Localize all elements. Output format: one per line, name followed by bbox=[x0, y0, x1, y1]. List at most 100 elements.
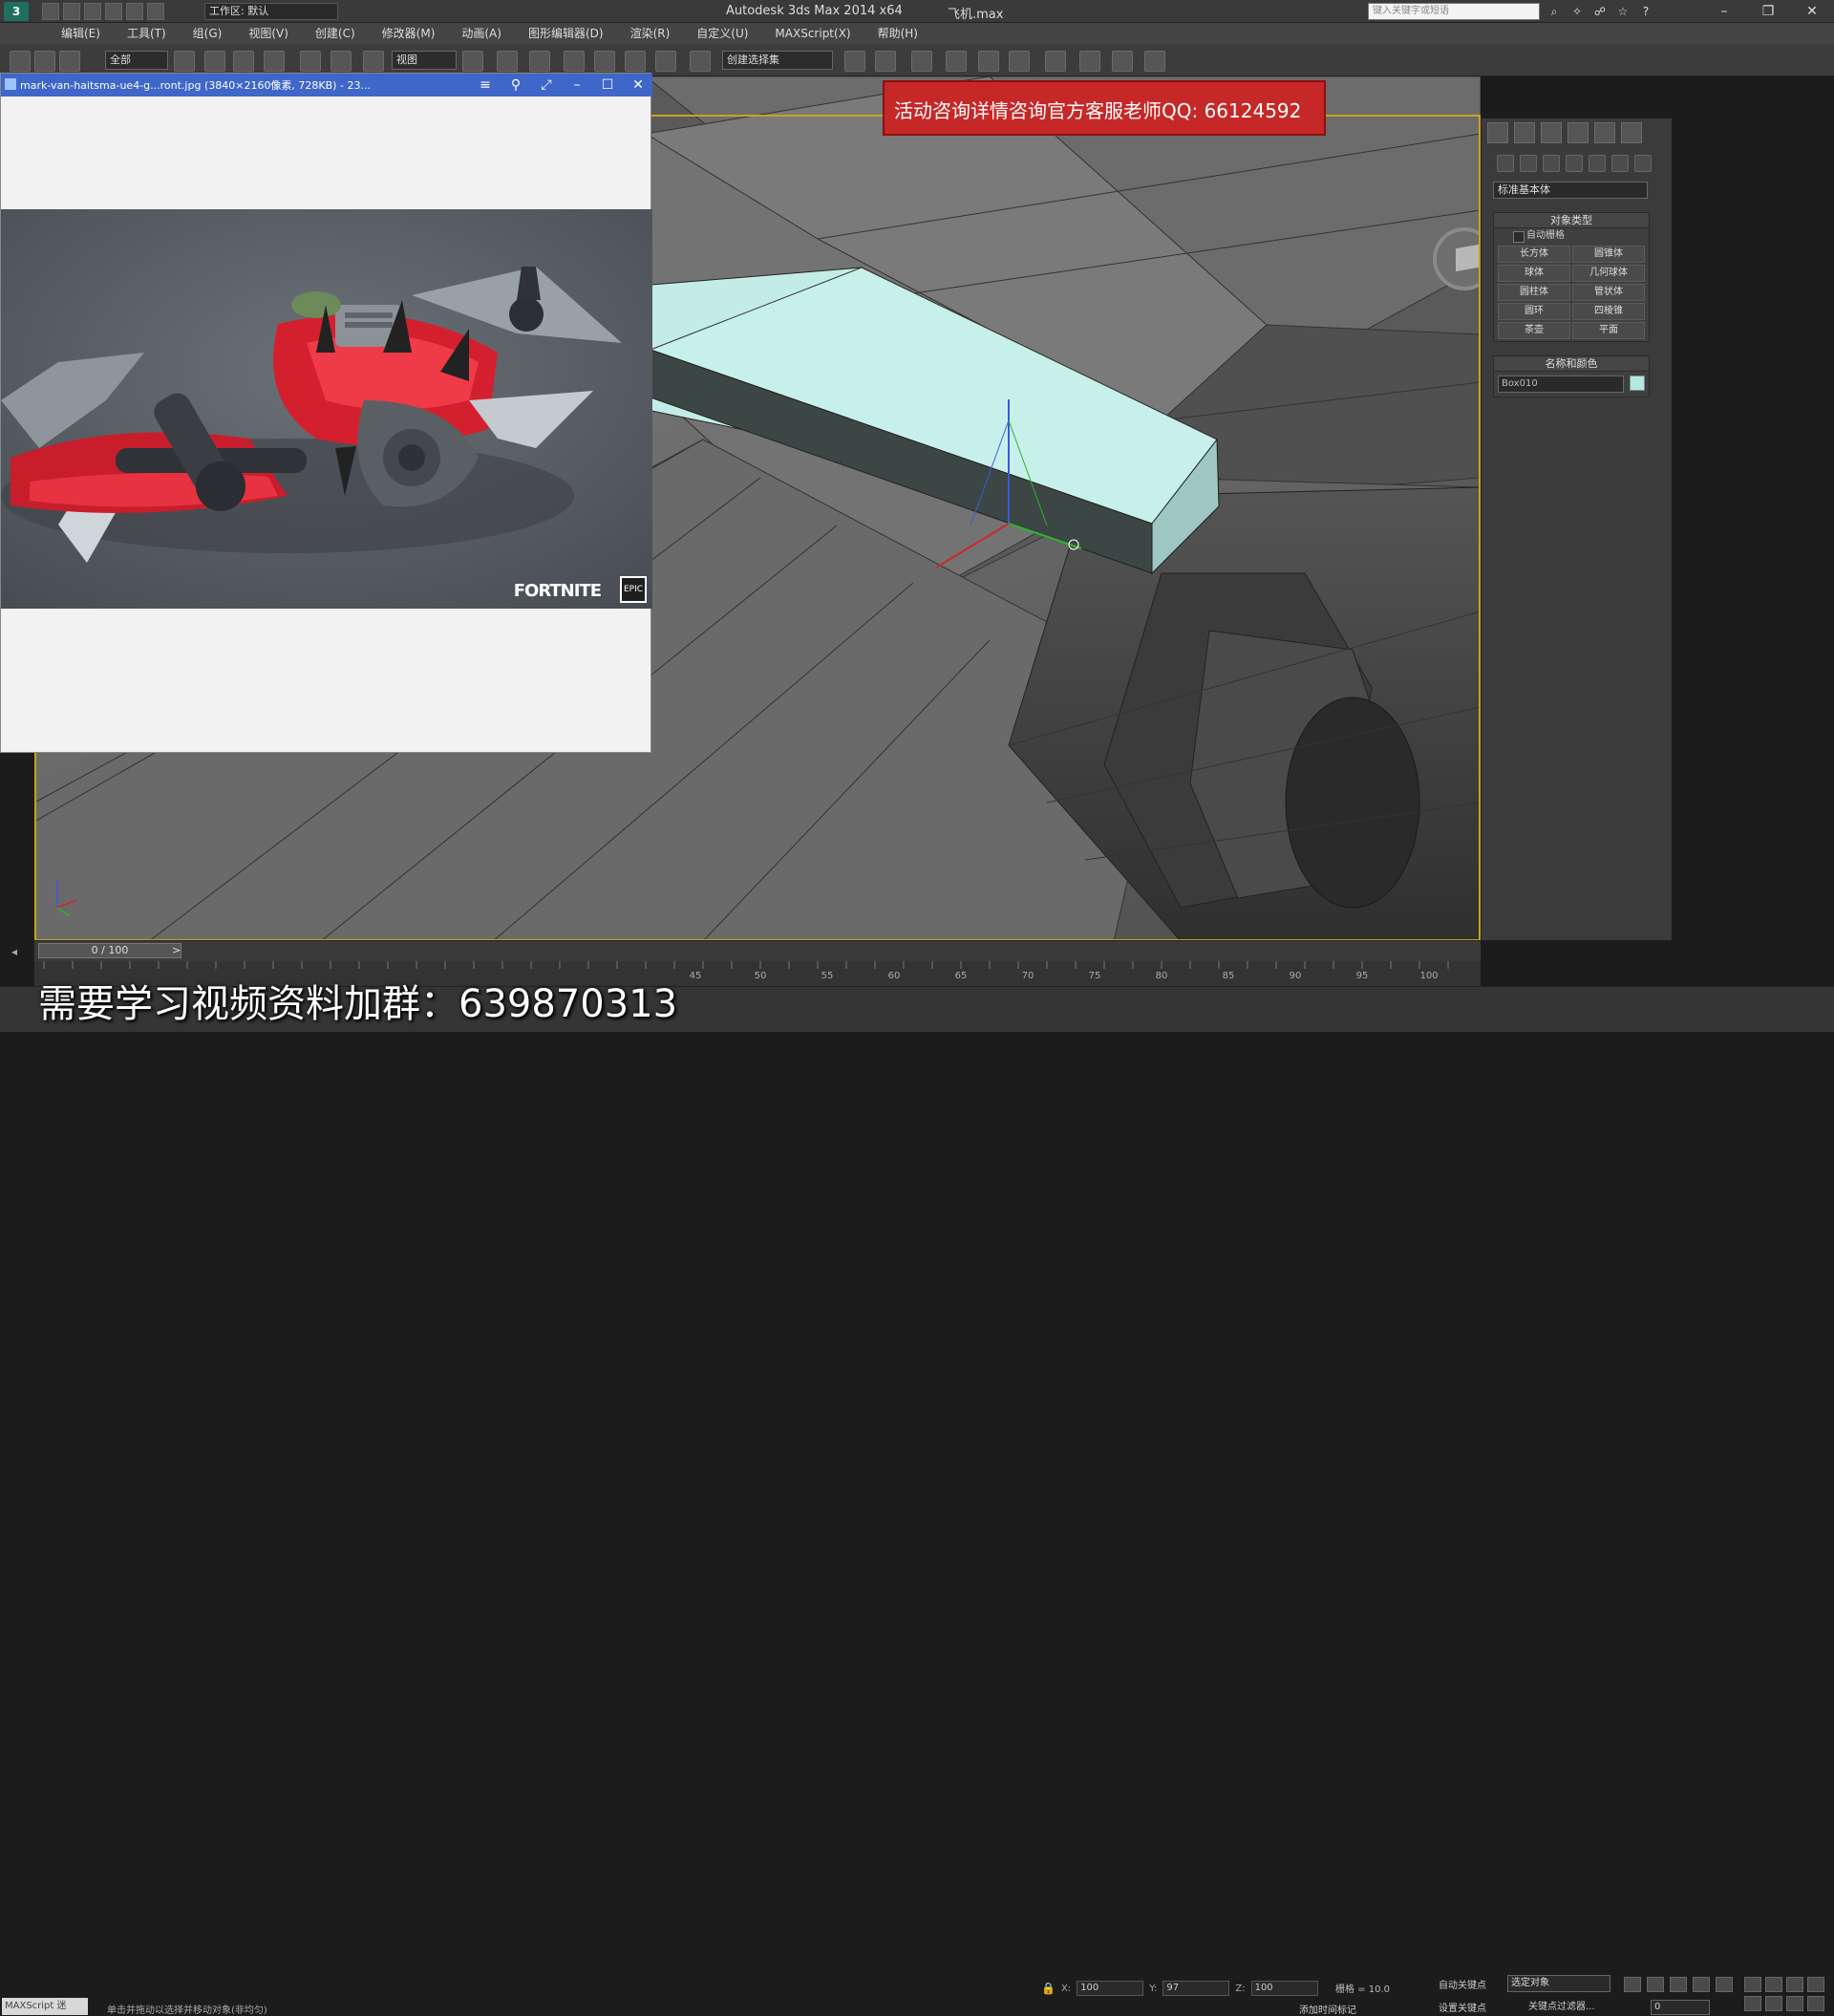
pin-icon[interactable]: ⚲ bbox=[505, 75, 526, 96]
save-icon[interactable] bbox=[84, 3, 101, 20]
set-key-button[interactable]: 设置关键点 bbox=[1439, 2000, 1486, 2014]
torus-button[interactable]: 圆环 bbox=[1498, 303, 1570, 320]
display-tab-icon[interactable] bbox=[1594, 122, 1615, 143]
select-manipulate-icon[interactable] bbox=[497, 51, 518, 72]
restore-icon[interactable]: ❐ bbox=[1746, 0, 1790, 23]
pivot-center-icon[interactable] bbox=[462, 51, 483, 72]
selection-filter-dropdown[interactable]: 全部 bbox=[105, 51, 168, 70]
window-crossing-icon[interactable] bbox=[264, 51, 285, 72]
add-time-tag[interactable]: 添加时间标记 bbox=[1299, 2002, 1356, 2016]
next-frame-icon[interactable] bbox=[1693, 1977, 1710, 1992]
new-file-icon[interactable] bbox=[42, 3, 59, 20]
z-field[interactable]: 100 bbox=[1250, 1981, 1318, 1996]
menu-help[interactable]: 帮助(H) bbox=[864, 23, 931, 44]
bind-space-warp-icon[interactable] bbox=[59, 51, 80, 72]
play-icon[interactable] bbox=[1670, 1977, 1687, 1992]
object-name-input[interactable]: Box010 bbox=[1498, 375, 1624, 393]
graphite-toggle-icon[interactable] bbox=[946, 51, 967, 72]
unlink-icon[interactable] bbox=[34, 51, 55, 72]
menu-rendering[interactable]: 渲染(R) bbox=[617, 23, 684, 44]
rendered-frame-icon[interactable] bbox=[1112, 51, 1133, 72]
move-icon[interactable] bbox=[300, 51, 321, 72]
menu-views[interactable]: 视图(V) bbox=[235, 23, 302, 44]
cone-button[interactable]: 圆锥体 bbox=[1572, 246, 1645, 263]
sphere-button[interactable]: 球体 bbox=[1498, 265, 1570, 282]
time-slider-handle[interactable]: 0 / 100 bbox=[38, 943, 181, 958]
maximize-viewport-icon[interactable] bbox=[1807, 1996, 1824, 2011]
edit-named-selection-icon[interactable] bbox=[690, 51, 711, 72]
current-frame-field[interactable]: 0 bbox=[1651, 2000, 1710, 2015]
box-button[interactable]: 长方体 bbox=[1498, 246, 1570, 263]
menu-customize[interactable]: 自定义(U) bbox=[683, 23, 761, 44]
redo-icon[interactable] bbox=[126, 3, 143, 20]
subscription-icon[interactable]: ✧ bbox=[1568, 3, 1586, 20]
open-file-icon[interactable] bbox=[63, 3, 80, 20]
shapes-icon[interactable] bbox=[1520, 155, 1537, 172]
search-input[interactable]: 键入关键字或短语 bbox=[1368, 3, 1540, 20]
menu-icon[interactable]: ≡ bbox=[475, 75, 496, 96]
cameras-icon[interactable] bbox=[1566, 155, 1583, 172]
utilities-tab-icon[interactable] bbox=[1621, 122, 1642, 143]
minimize-icon[interactable]: – bbox=[566, 75, 587, 96]
image-viewer-titlebar[interactable]: mark-van-haitsma-ue4-g...ront.jpg (3840×… bbox=[1, 74, 652, 97]
viewcube-face-icon[interactable] bbox=[1456, 244, 1479, 272]
hierarchy-tab-icon[interactable] bbox=[1541, 122, 1562, 143]
teapot-button[interactable]: 茶壶 bbox=[1498, 322, 1570, 339]
scale-icon[interactable] bbox=[363, 51, 384, 72]
menu-graph-editors[interactable]: 图形编辑器(D) bbox=[515, 23, 617, 44]
menu-maxscript[interactable]: MAXScript(X) bbox=[761, 23, 864, 44]
geometry-icon[interactable] bbox=[1497, 155, 1514, 172]
project-folder-icon[interactable] bbox=[147, 3, 164, 20]
menu-tools[interactable]: 工具(T) bbox=[114, 23, 180, 44]
binoculars-icon[interactable]: ⌕ bbox=[1546, 3, 1563, 20]
render-setup-icon[interactable] bbox=[1079, 51, 1100, 72]
time-slider[interactable]: ◂ 0 / 100 > bbox=[11, 940, 1481, 961]
space-warps-icon[interactable] bbox=[1611, 155, 1629, 172]
menu-modifiers[interactable]: 修改器(M) bbox=[369, 23, 449, 44]
close-icon[interactable]: ✕ bbox=[628, 75, 649, 96]
material-editor-icon[interactable] bbox=[1045, 51, 1066, 72]
autogrid-checkbox[interactable]: 自动栅格 bbox=[1494, 228, 1649, 244]
tube-button[interactable]: 管状体 bbox=[1572, 284, 1645, 301]
go-to-end-icon[interactable] bbox=[1716, 1977, 1733, 1992]
close-icon[interactable]: ✕ bbox=[1790, 0, 1834, 23]
communication-icon[interactable]: ☍ bbox=[1591, 3, 1609, 20]
menu-create[interactable]: 创建(C) bbox=[302, 23, 369, 44]
maximize-icon[interactable]: ☐ bbox=[597, 75, 618, 96]
select-object-icon[interactable] bbox=[174, 51, 195, 72]
maxscript-listener[interactable]: MAXScript 迷 bbox=[2, 1998, 88, 2015]
align-icon[interactable] bbox=[875, 51, 896, 72]
zoom-all-icon[interactable] bbox=[1765, 1977, 1782, 1992]
render-production-icon[interactable] bbox=[1144, 51, 1165, 72]
cylinder-button[interactable]: 圆柱体 bbox=[1498, 284, 1570, 301]
snap-toggle-icon[interactable] bbox=[564, 51, 585, 72]
prev-frame-icon[interactable]: ◂ bbox=[11, 945, 17, 958]
named-selection-dropdown[interactable]: 创建选择集 bbox=[722, 51, 833, 70]
object-type-header[interactable]: 对象类型 bbox=[1494, 213, 1649, 228]
pan-icon[interactable] bbox=[1765, 1996, 1782, 2011]
spinner-snap-icon[interactable] bbox=[655, 51, 676, 72]
plane-button[interactable]: 平面 bbox=[1572, 322, 1645, 339]
zoom-extents-icon[interactable] bbox=[1786, 1977, 1803, 1992]
auto-key-button[interactable]: 自动关键点 bbox=[1439, 1977, 1486, 1991]
rotate-icon[interactable] bbox=[331, 51, 352, 72]
zoom-extents-all-icon[interactable] bbox=[1807, 1977, 1824, 1992]
pyramid-button[interactable]: 四棱锥 bbox=[1572, 303, 1645, 320]
y-field[interactable]: 97 bbox=[1162, 1981, 1230, 1996]
systems-icon[interactable] bbox=[1634, 155, 1652, 172]
object-color-swatch[interactable] bbox=[1630, 375, 1645, 391]
go-to-start-icon[interactable] bbox=[1624, 1977, 1641, 1992]
lights-icon[interactable] bbox=[1543, 155, 1560, 172]
workspace-dropdown[interactable]: 工作区: 默认 bbox=[204, 3, 338, 20]
zoom-icon[interactable] bbox=[1744, 1977, 1761, 1992]
favorites-icon[interactable]: ☆ bbox=[1614, 3, 1631, 20]
mirror-icon[interactable] bbox=[844, 51, 865, 72]
next-frame-icon[interactable]: > bbox=[172, 944, 181, 956]
help-icon[interactable]: ? bbox=[1637, 3, 1654, 20]
lock-icon[interactable]: 🔒 bbox=[1041, 1982, 1056, 1995]
geosphere-button[interactable]: 几何球体 bbox=[1572, 265, 1645, 282]
create-tab-icon[interactable] bbox=[1487, 122, 1508, 143]
primitive-category-dropdown[interactable]: 标准基本体 bbox=[1493, 182, 1648, 199]
rectangle-selection-icon[interactable] bbox=[233, 51, 254, 72]
motion-tab-icon[interactable] bbox=[1567, 122, 1589, 143]
